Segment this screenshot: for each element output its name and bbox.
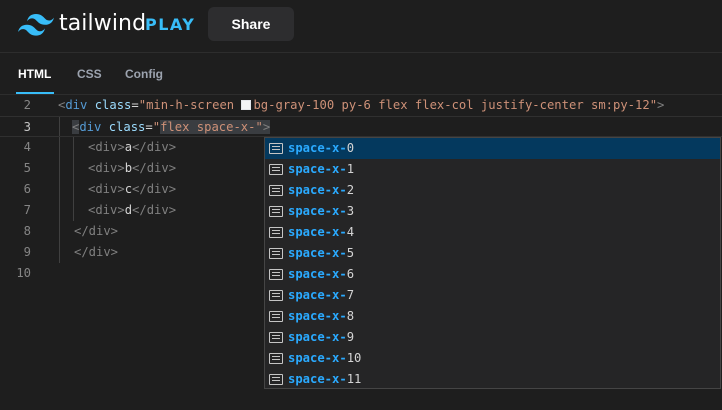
suggestion-item[interactable]: space-x-3 xyxy=(265,201,720,222)
code-content[interactable]: </div> xyxy=(74,242,118,263)
text-icon xyxy=(269,353,283,364)
suggestion-item[interactable]: space-x-11 xyxy=(265,369,720,390)
suggestion-item[interactable]: space-x-6 xyxy=(265,264,720,285)
tailwind-logo-icon[interactable] xyxy=(18,13,54,37)
tab-html[interactable]: HTML xyxy=(18,67,51,81)
suggestion-item[interactable]: space-x-1 xyxy=(265,159,720,180)
text-icon xyxy=(269,311,283,322)
code-content[interactable]: <div>c</div> xyxy=(88,179,176,200)
code-line-current[interactable]: 3 <div class="flex space-x-"> xyxy=(0,116,722,137)
code-content[interactable]: <div>a</div> xyxy=(88,137,176,158)
code-content[interactable]: <div>b</div> xyxy=(88,158,176,179)
line-number: 5 xyxy=(23,161,31,175)
code-content[interactable]: <div class="flex space-x-"> xyxy=(72,117,271,138)
tab-config[interactable]: Config xyxy=(125,67,163,81)
tab-css[interactable]: CSS xyxy=(77,67,102,81)
code-line[interactable]: 2 <div class="min-h-screen bg-gray-100 p… xyxy=(0,95,722,116)
text-icon xyxy=(269,206,283,217)
line-number: 10 xyxy=(16,266,31,280)
line-number: 8 xyxy=(23,224,31,238)
text-icon xyxy=(269,374,283,385)
text-icon xyxy=(269,164,283,175)
line-number: 2 xyxy=(23,98,31,112)
autocomplete-suggestions[interactable]: space-x-0 space-x-1 space-x-2 space-x-3 … xyxy=(264,137,721,389)
suggestion-item[interactable]: space-x-8 xyxy=(265,306,720,327)
text-icon xyxy=(269,332,283,343)
suggestion-item[interactable]: space-x-9 xyxy=(265,327,720,348)
suggestion-item[interactable]: space-x-5 xyxy=(265,243,720,264)
text-icon xyxy=(269,248,283,259)
line-number: 9 xyxy=(23,245,31,259)
text-icon xyxy=(269,269,283,280)
line-number: 6 xyxy=(23,182,31,196)
suggestion-item[interactable]: space-x-0 xyxy=(265,138,720,159)
brand-play-label: PLAY xyxy=(145,15,196,34)
suggestion-item[interactable]: space-x-4 xyxy=(265,222,720,243)
suggestion-item[interactable]: space-x-2 xyxy=(265,180,720,201)
editor-tabs: HTML CSS Config xyxy=(0,54,722,95)
line-number: 7 xyxy=(23,203,31,217)
text-icon xyxy=(269,185,283,196)
code-content[interactable]: </div> xyxy=(74,221,118,242)
code-content[interactable]: <div class="min-h-screen bg-gray-100 py-… xyxy=(58,95,664,116)
text-icon xyxy=(269,227,283,238)
suggestion-item[interactable]: space-x-7 xyxy=(265,285,720,306)
active-tab-indicator xyxy=(16,92,54,94)
color-swatch-icon[interactable] xyxy=(241,100,252,110)
text-icon xyxy=(269,143,283,154)
code-content[interactable]: <div>d</div> xyxy=(88,200,176,221)
line-number: 4 xyxy=(23,140,31,154)
app-header: tailwind PLAY Share xyxy=(0,0,722,53)
line-number: 3 xyxy=(23,120,31,134)
brand-name: tailwind xyxy=(59,11,147,36)
text-icon xyxy=(269,290,283,301)
share-button[interactable]: Share xyxy=(208,7,294,41)
suggestion-item[interactable]: space-x-10 xyxy=(265,348,720,369)
